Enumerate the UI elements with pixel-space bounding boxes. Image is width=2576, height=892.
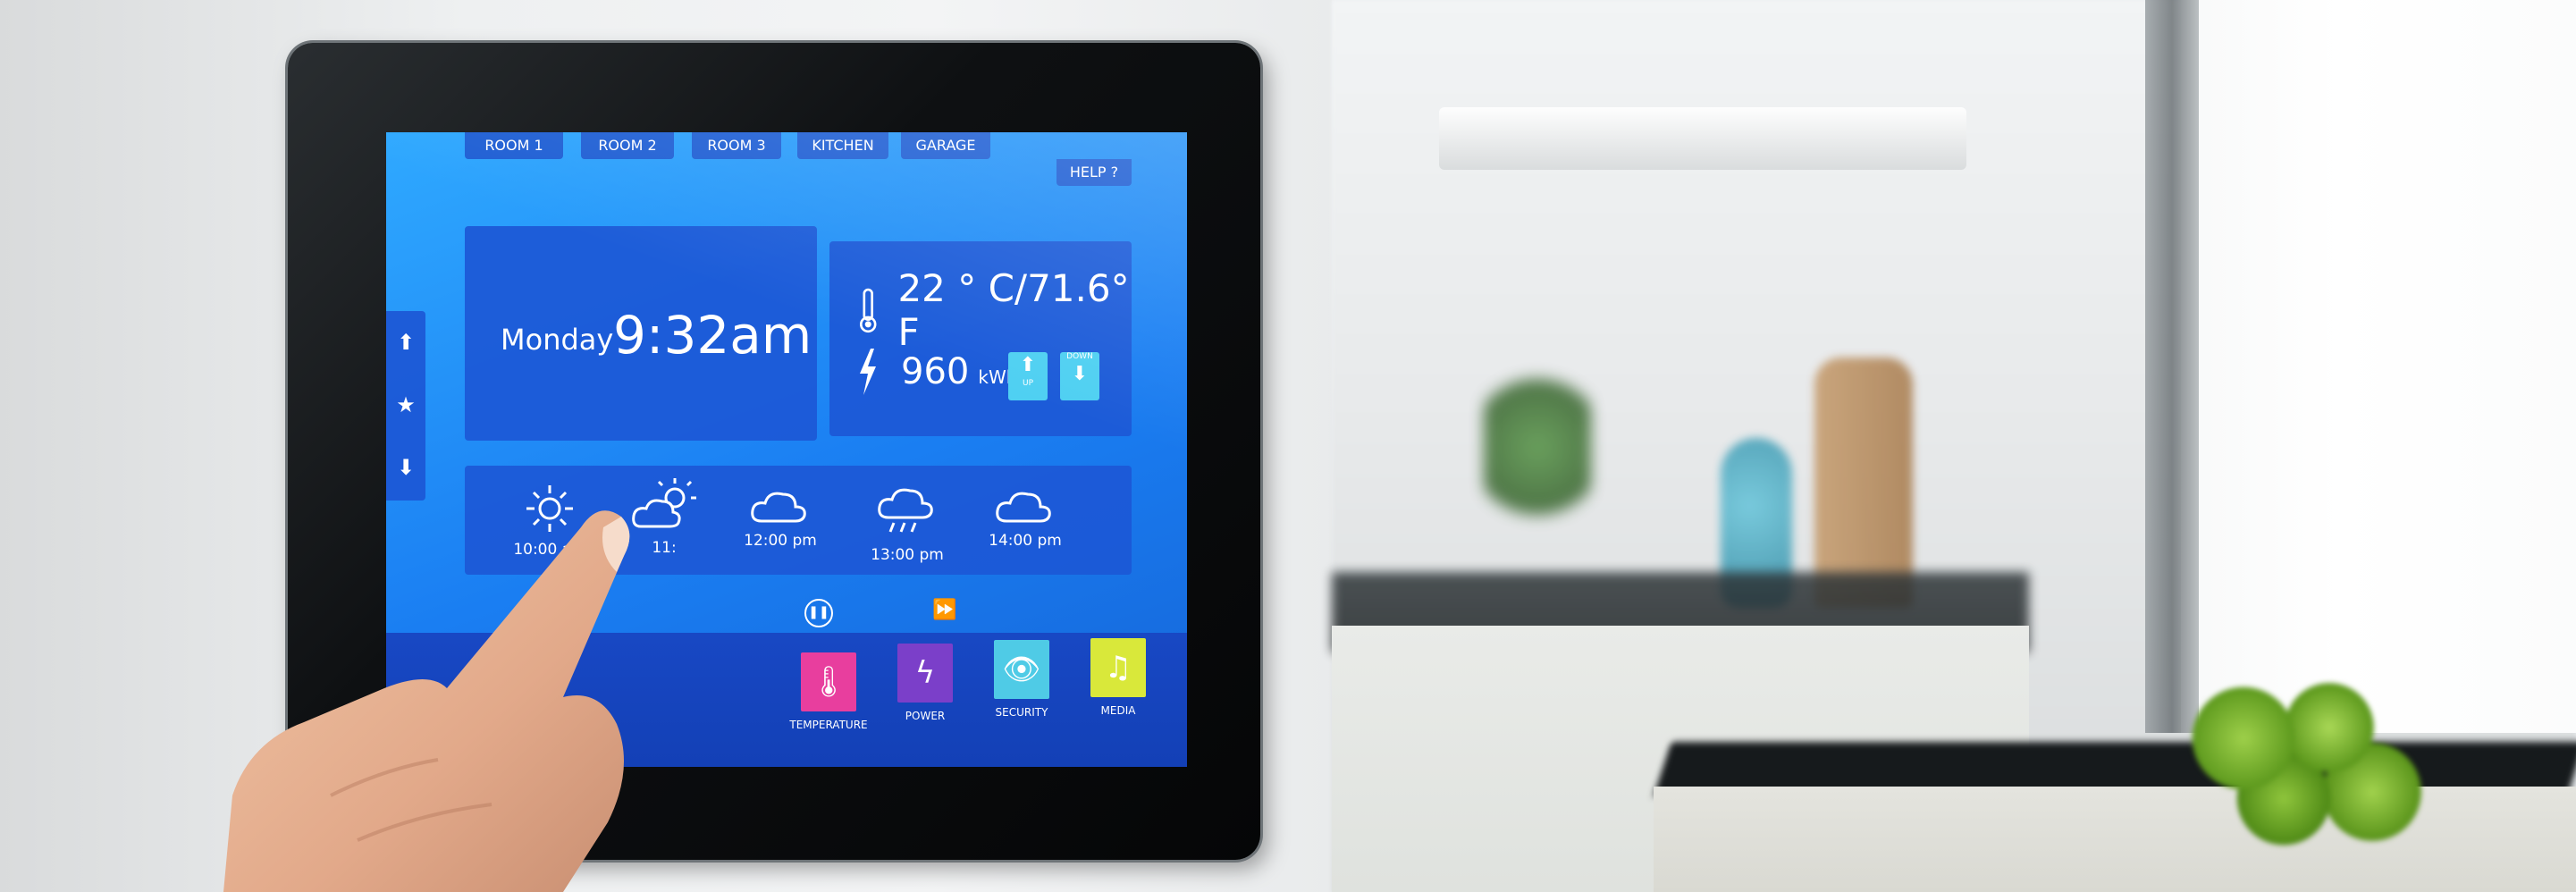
down-arrow-icon[interactable]: ⬇ — [386, 436, 425, 499]
cloud-icon — [996, 492, 1051, 523]
music-icon: ♫ — [1090, 638, 1146, 697]
forecast-item[interactable]: 13:00 pm — [858, 482, 956, 564]
tab-kitchen[interactable]: KITCHEN — [797, 132, 888, 159]
temperature-value: 22 ° C/71.6° F — [897, 266, 1130, 354]
tab-room-3[interactable]: ROOM 3 — [692, 132, 781, 159]
green-apples-bowl — [2163, 652, 2431, 867]
app-security[interactable]: 👁 SECURITY — [981, 640, 1062, 719]
app-label: SECURITY — [995, 706, 1048, 719]
photo-scene: ROOM 1 ROOM 2 ROOM 3 KITCHEN GARAGE HELP… — [0, 0, 2576, 892]
power-up-button[interactable]: ⬆ UP — [1008, 352, 1048, 400]
time-label: 9:32am — [613, 305, 812, 366]
down-arrow-icon: ⬇ — [1071, 363, 1089, 385]
playback-controls: ❚❚ ⏩ — [804, 599, 956, 627]
up-label: UP — [1022, 379, 1033, 388]
star-icon[interactable]: ★ — [386, 374, 425, 436]
kitchen-window — [2181, 0, 2576, 733]
side-nav: ⬆ ★ ⬇ — [386, 311, 425, 501]
app-label: MEDIA — [1100, 704, 1136, 717]
pause-icon[interactable]: ❚❚ — [804, 599, 833, 627]
day-label: Monday — [501, 323, 614, 357]
up-arrow-icon: ⬆ — [1019, 354, 1037, 376]
thermometer-icon — [859, 288, 877, 333]
eye-icon: 👁 — [994, 640, 1049, 699]
pointing-hand — [223, 510, 630, 892]
help-button[interactable]: HELP ? — [1056, 159, 1132, 186]
temperature-row: 22 ° C/71.6° F — [856, 266, 1132, 354]
power-down-button[interactable]: DOWN ⬇ — [1060, 352, 1099, 400]
kitchen-shelf — [1439, 107, 1966, 170]
rain-cloud-icon — [878, 488, 933, 533]
forecast-time: 14:00 pm — [989, 532, 1062, 550]
cutting-board — [1814, 358, 1913, 608]
app-temperature[interactable]: 🌡 TEMPERATURE — [788, 652, 869, 731]
counter-front — [1654, 787, 2576, 892]
app-label: TEMPERATURE — [789, 719, 868, 731]
app-media[interactable]: ♫ MEDIA — [1078, 638, 1158, 717]
tab-room-2[interactable]: ROOM 2 — [581, 132, 674, 159]
fast-forward-icon[interactable]: ⏩ — [932, 599, 956, 621]
app-label: POWER — [905, 710, 946, 722]
tab-garage[interactable]: GARAGE — [901, 132, 990, 159]
power-row: 960 kWh — [856, 349, 1017, 395]
thermometer-icon: 🌡 — [801, 652, 856, 711]
stats-panel: 22 ° C/71.6° F 960 kWh ⬆ UP DOWN ⬇ — [829, 241, 1132, 436]
down-label: DOWN — [1066, 352, 1093, 361]
window-frame — [2145, 0, 2199, 733]
potted-plant — [1484, 358, 1591, 536]
lightning-icon — [860, 349, 876, 395]
up-arrow-icon[interactable]: ⬆ — [386, 311, 425, 374]
tab-room-1[interactable]: ROOM 1 — [465, 132, 563, 159]
clock-panel: Monday 9:32am — [465, 226, 817, 441]
forecast-time: 13:00 pm — [871, 546, 944, 564]
app-power[interactable]: ϟ POWER — [885, 644, 965, 722]
lightning-icon: ϟ — [897, 644, 953, 703]
power-value: 960 — [901, 351, 970, 392]
forecast-item[interactable]: 14:00 pm — [976, 482, 1074, 550]
